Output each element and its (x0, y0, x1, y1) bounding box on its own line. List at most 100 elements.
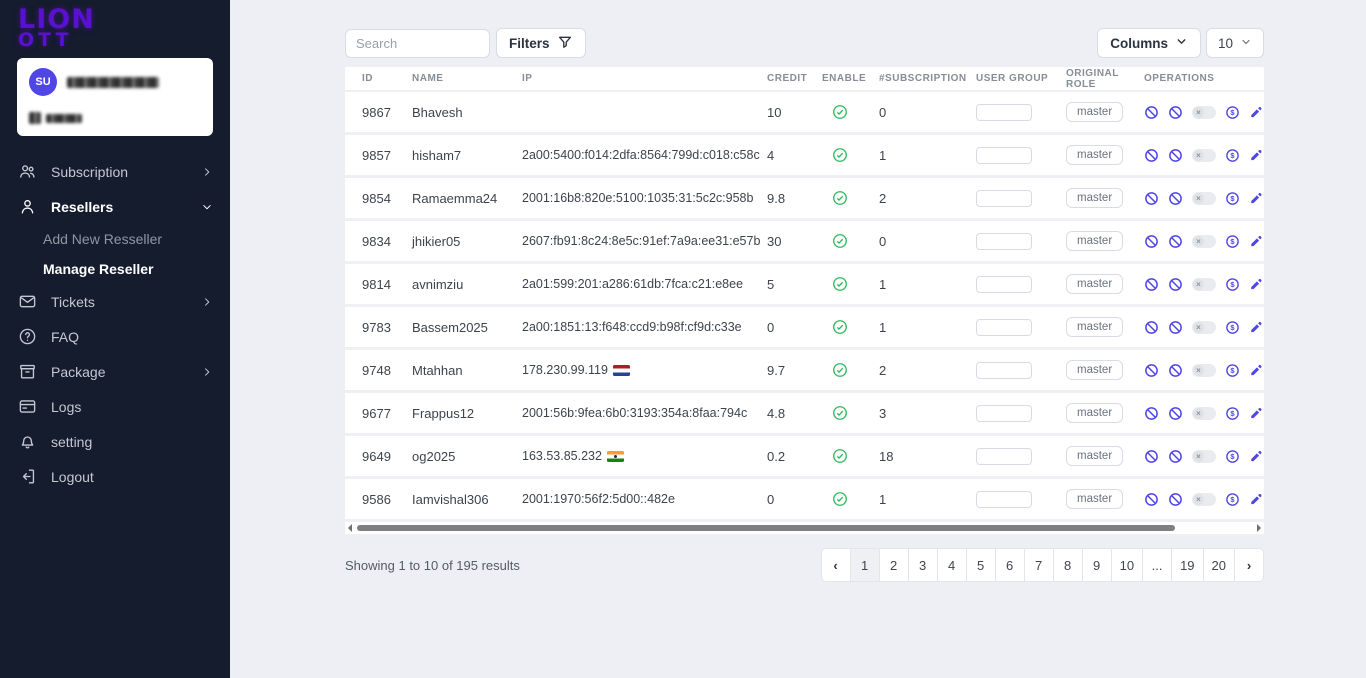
horizontal-scrollbar[interactable] (345, 522, 1264, 534)
scroll-left-arrow-icon[interactable] (348, 524, 352, 532)
pagination-page-20[interactable]: 20 (1202, 548, 1235, 582)
sidebar-item-resellers[interactable]: Resellers (0, 189, 230, 224)
columns-button[interactable]: Columns (1097, 28, 1201, 58)
ban-icon[interactable] (1144, 191, 1159, 206)
status-toggle[interactable]: × (1192, 191, 1216, 205)
sidebar-item-package[interactable]: Package (0, 354, 230, 389)
pagination-page-8[interactable]: 8 (1052, 548, 1083, 582)
pagination-page-1[interactable]: 1 (849, 548, 880, 582)
credit-dollar-icon[interactable]: $ (1225, 320, 1240, 335)
edit-pencil-icon[interactable] (1249, 492, 1263, 506)
scrollbar-thumb[interactable] (357, 525, 1176, 531)
status-toggle[interactable]: × (1192, 406, 1216, 420)
ban-icon[interactable] (1168, 449, 1183, 464)
pagination-page-5[interactable]: 5 (965, 548, 996, 582)
edit-pencil-icon[interactable] (1249, 363, 1263, 377)
ban-icon[interactable] (1144, 148, 1159, 163)
ban-icon[interactable] (1144, 449, 1159, 464)
credit-dollar-icon[interactable]: $ (1225, 277, 1240, 292)
original-role-button[interactable]: master (1066, 403, 1124, 423)
ban-icon[interactable] (1144, 105, 1159, 120)
user-group-input[interactable] (976, 103, 1032, 121)
pagination-page-2[interactable]: 2 (878, 548, 909, 582)
pagination-page-4[interactable]: 4 (936, 548, 967, 582)
pagination-page-6[interactable]: 6 (994, 548, 1025, 582)
original-role-button[interactable]: master (1066, 145, 1124, 165)
user-group-input[interactable] (976, 361, 1032, 379)
status-toggle[interactable]: × (1192, 148, 1216, 162)
user-group-input[interactable] (976, 275, 1032, 293)
edit-pencil-icon[interactable] (1249, 234, 1263, 248)
sidebar-item-faq[interactable]: FAQ (0, 319, 230, 354)
original-role-button[interactable]: master (1066, 102, 1124, 122)
sidebar-subitem-manage-reseller[interactable]: Manage Reseller (0, 254, 230, 284)
credit-dollar-icon[interactable]: $ (1225, 105, 1240, 120)
filters-button[interactable]: Filters (496, 28, 586, 58)
ban-icon[interactable] (1168, 406, 1183, 421)
edit-pencil-icon[interactable] (1249, 191, 1263, 205)
status-toggle[interactable]: × (1192, 105, 1216, 119)
pagination-page-3[interactable]: 3 (907, 548, 938, 582)
page-size-select[interactable]: 10 (1205, 28, 1264, 58)
scroll-right-arrow-icon[interactable] (1257, 524, 1261, 532)
status-toggle[interactable]: × (1192, 492, 1216, 506)
status-toggle[interactable]: × (1192, 234, 1216, 248)
ban-icon[interactable] (1168, 363, 1183, 378)
original-role-button[interactable]: master (1066, 274, 1124, 294)
ban-icon[interactable] (1144, 492, 1159, 507)
original-role-button[interactable]: master (1066, 317, 1124, 337)
sidebar-item-subscription[interactable]: Subscription (0, 154, 230, 189)
scrollbar-track[interactable] (355, 525, 1254, 531)
ban-icon[interactable] (1168, 234, 1183, 249)
status-toggle[interactable]: × (1192, 363, 1216, 377)
ban-icon[interactable] (1144, 234, 1159, 249)
sidebar-item-logs[interactable]: Logs (0, 389, 230, 424)
pagination-prev-button[interactable]: ‹ (820, 548, 851, 582)
pagination-next-button[interactable]: › (1234, 548, 1264, 582)
edit-pencil-icon[interactable] (1249, 148, 1263, 162)
credit-dollar-icon[interactable]: $ (1225, 148, 1240, 163)
original-role-button[interactable]: master (1066, 446, 1124, 466)
user-group-input[interactable] (976, 318, 1032, 336)
ban-icon[interactable] (1144, 277, 1159, 292)
pagination-page-10[interactable]: 10 (1110, 548, 1144, 582)
credit-dollar-icon[interactable]: $ (1225, 449, 1240, 464)
status-toggle[interactable]: × (1192, 320, 1216, 334)
credit-dollar-icon[interactable]: $ (1225, 363, 1240, 378)
credit-dollar-icon[interactable]: $ (1225, 492, 1240, 507)
ban-icon[interactable] (1168, 277, 1183, 292)
status-toggle[interactable]: × (1192, 449, 1216, 463)
ban-icon[interactable] (1144, 406, 1159, 421)
status-toggle[interactable]: × (1192, 277, 1216, 291)
pagination-ellipsis[interactable]: ... (1142, 548, 1173, 582)
sidebar-subitem-add-new-resseller[interactable]: Add New Resseller (0, 224, 230, 254)
ban-icon[interactable] (1144, 363, 1159, 378)
ban-icon[interactable] (1168, 191, 1183, 206)
user-group-input[interactable] (976, 404, 1032, 422)
ban-icon[interactable] (1168, 492, 1183, 507)
credit-dollar-icon[interactable]: $ (1225, 234, 1240, 249)
sidebar-item-tickets[interactable]: Tickets (0, 284, 230, 319)
ban-icon[interactable] (1168, 105, 1183, 120)
user-group-input[interactable] (976, 189, 1032, 207)
user-group-input[interactable] (976, 232, 1032, 250)
credit-dollar-icon[interactable]: $ (1225, 406, 1240, 421)
ban-icon[interactable] (1168, 148, 1183, 163)
original-role-button[interactable]: master (1066, 489, 1124, 509)
edit-pencil-icon[interactable] (1249, 105, 1263, 119)
original-role-button[interactable]: master (1066, 231, 1124, 251)
user-group-input[interactable] (976, 146, 1032, 164)
pagination-page-9[interactable]: 9 (1081, 548, 1112, 582)
pagination-page-7[interactable]: 7 (1023, 548, 1054, 582)
edit-pencil-icon[interactable] (1249, 277, 1263, 291)
sidebar-item-logout[interactable]: Logout (0, 459, 230, 494)
search-input[interactable] (345, 28, 490, 58)
ban-icon[interactable] (1144, 320, 1159, 335)
credit-dollar-icon[interactable]: $ (1225, 191, 1240, 206)
user-group-input[interactable] (976, 490, 1032, 508)
pagination-page-19[interactable]: 19 (1171, 548, 1204, 582)
sidebar-item-setting[interactable]: setting (0, 424, 230, 459)
edit-pencil-icon[interactable] (1249, 406, 1263, 420)
ban-icon[interactable] (1168, 320, 1183, 335)
original-role-button[interactable]: master (1066, 360, 1124, 380)
